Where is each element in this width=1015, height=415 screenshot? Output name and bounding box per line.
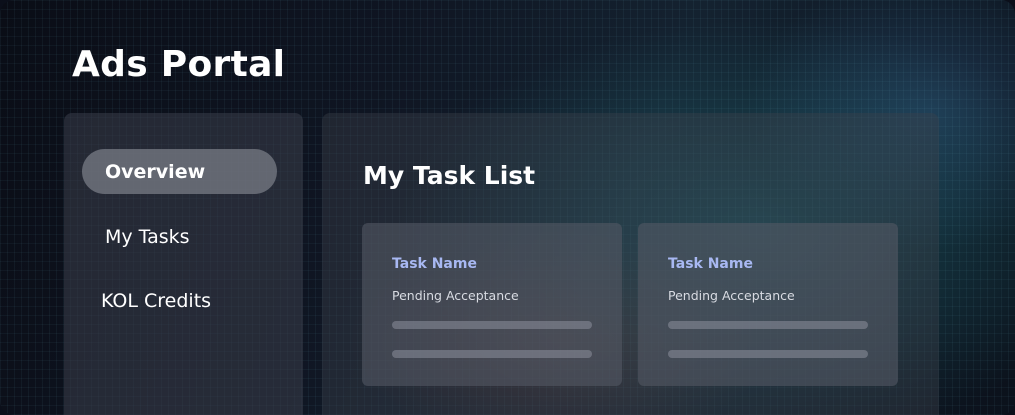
sidebar-item-overview[interactable]: Overview (82, 149, 277, 194)
sidebar: Overview My Tasks KOL Credits (64, 113, 303, 415)
skeleton-bar (392, 321, 592, 329)
app-title: Ads Portal (72, 44, 286, 85)
app-window: Ads Portal Overview My Tasks KOL Credits… (0, 0, 1015, 415)
sidebar-item-kol-credits[interactable]: KOL Credits (82, 278, 277, 323)
skeleton-bar (668, 321, 868, 329)
task-card[interactable]: Task Name Pending Acceptance (638, 223, 898, 386)
skeleton-bar (668, 350, 868, 358)
task-status: Pending Acceptance (668, 288, 795, 303)
page-title: My Task List (363, 161, 536, 190)
skeleton-bar (392, 350, 592, 358)
task-name: Task Name (668, 256, 753, 272)
sidebar-item-my-tasks[interactable]: My Tasks (82, 214, 277, 259)
main-panel: My Task List Task Name Pending Acceptanc… (322, 113, 939, 415)
task-status: Pending Acceptance (392, 288, 519, 303)
task-card[interactable]: Task Name Pending Acceptance (362, 223, 622, 386)
task-name: Task Name (392, 256, 477, 272)
